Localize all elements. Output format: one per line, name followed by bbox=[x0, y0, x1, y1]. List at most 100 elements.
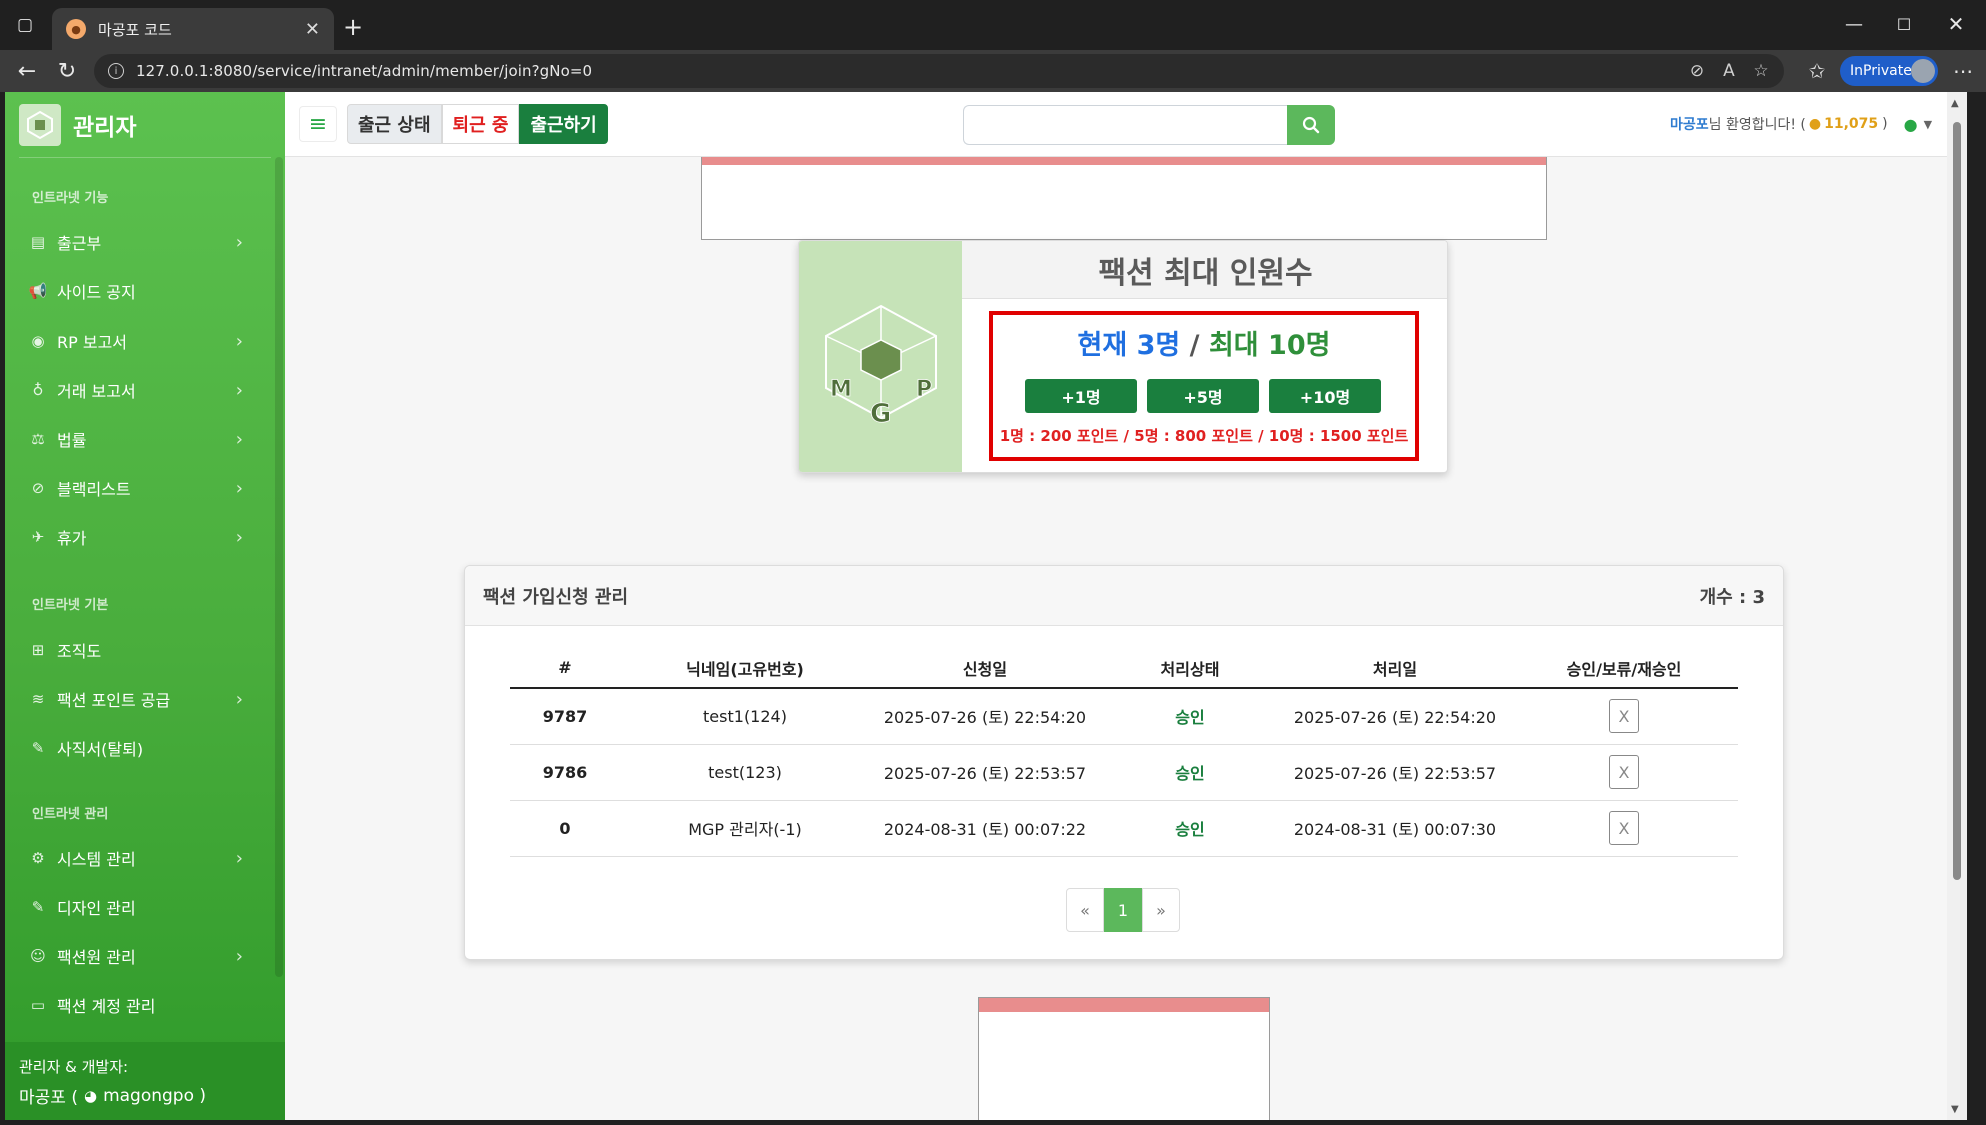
search-button[interactable] bbox=[1287, 105, 1335, 145]
top-navbar: ≡ 출근 상태 퇴근 중 출근하기 마공포 님 환영합니다! ( ● 11,07… bbox=[285, 92, 1967, 157]
pagination-page-1[interactable]: 1 bbox=[1104, 888, 1142, 932]
cancel-approval-button[interactable]: X bbox=[1609, 699, 1639, 734]
user-icon[interactable]: ● bbox=[1904, 115, 1918, 134]
sidebar-item-design-manage[interactable]: ✎ 디자인 관리 bbox=[25, 890, 255, 924]
chevron-right-icon: › bbox=[235, 330, 243, 352]
row-number: 9787 bbox=[510, 688, 620, 745]
sidebar-item-label: 블랙리스트 bbox=[57, 480, 131, 499]
reload-icon[interactable]: ↻ bbox=[50, 54, 84, 88]
sidebar-brand[interactable]: 관리자 bbox=[5, 92, 285, 157]
main-content: M G P 팩션 최대 인원수 현재 3명 / 최대 10명 +1명 +5명 +… bbox=[285, 157, 1947, 1120]
book-icon: ▤ bbox=[30, 233, 46, 251]
tracking-prevention-icon[interactable]: ⊘ bbox=[1684, 58, 1710, 84]
add-1-button[interactable]: +1명 bbox=[1025, 379, 1137, 413]
attendance-status-group: 출근 상태 퇴근 중 출근하기 bbox=[347, 104, 608, 144]
sidebar: 관리자 인트라넷 기능 ▤ 출근부 › 📢 사이드 공지 ◉ RP 보고서 › … bbox=[5, 92, 285, 1120]
sidebar-item-law[interactable]: ⚖ 법률 › bbox=[25, 422, 255, 456]
chevron-right-icon: › bbox=[235, 477, 243, 499]
url-text[interactable]: 127.0.0.1:8080/service/intranet/admin/me… bbox=[136, 62, 592, 80]
row-status: 승인 bbox=[1100, 800, 1280, 857]
sidebar-item-member-manage[interactable]: ☺ 팩션원 관리 › bbox=[25, 939, 255, 973]
row-status: 승인 bbox=[1100, 744, 1280, 801]
scroll-down-icon[interactable]: ▼ bbox=[1951, 1104, 1959, 1115]
sidebar-scrollbar[interactable] bbox=[275, 157, 283, 977]
table-row: 9787 test1(124) 2025-07-26 (토) 22:54:20 … bbox=[510, 688, 1738, 745]
address-bar[interactable]: i 127.0.0.1:8080/service/intranet/admin/… bbox=[94, 54, 1784, 88]
favicon-icon: ● bbox=[66, 19, 86, 39]
scale-icon: ⚖ bbox=[31, 430, 45, 448]
chevron-right-icon: › bbox=[235, 231, 243, 253]
row-applied-date: 2024-08-31 (토) 00:07:22 bbox=[870, 800, 1100, 857]
coin-icon: ● bbox=[1808, 116, 1822, 132]
cancel-approval-button[interactable]: X bbox=[1609, 811, 1639, 845]
col-number: # bbox=[510, 648, 620, 689]
sidebar-item-blacklist[interactable]: ⊘ 블랙리스트 › bbox=[25, 471, 255, 505]
col-applied-date: 신청일 bbox=[870, 648, 1100, 689]
favorite-star-icon[interactable]: ☆ bbox=[1748, 58, 1774, 84]
add-10-button[interactable]: +10명 bbox=[1269, 379, 1381, 413]
capacity-line: 현재 3명 / 최대 10명 bbox=[993, 323, 1415, 362]
window-close-icon[interactable]: ✕ bbox=[1938, 8, 1974, 40]
sidebar-item-trade-report[interactable]: ♁ 거래 보고서 › bbox=[25, 373, 255, 407]
chevron-right-icon: › bbox=[235, 428, 243, 450]
cancel-approval-button[interactable]: X bbox=[1609, 755, 1639, 789]
sidebar-heading-features: 인트라넷 기능 bbox=[32, 191, 109, 206]
window-minimize-icon[interactable]: — bbox=[1836, 8, 1872, 40]
sidebar-divider bbox=[19, 157, 271, 158]
caret-down-icon[interactable]: ▼ bbox=[1924, 118, 1932, 131]
tab-actions-icon[interactable]: ▢ bbox=[10, 10, 40, 40]
tab-title: 마공포 코드 bbox=[98, 20, 172, 39]
sidebar-heading-basic: 인트라넷 기본 bbox=[32, 598, 109, 613]
sidebar-item-account-manage[interactable]: ▭ 팩션 계정 관리 bbox=[25, 988, 255, 1022]
attendance-status-label: 출근 상태 bbox=[347, 104, 442, 144]
search-icon bbox=[1302, 116, 1320, 134]
scrollbar-thumb[interactable] bbox=[1953, 122, 1961, 880]
hamburger-menu-icon[interactable]: ≡ bbox=[299, 106, 337, 142]
add-capacity-buttons: +1명 +5명 +10명 bbox=[1025, 379, 1381, 413]
back-arrow-icon[interactable]: ← bbox=[10, 54, 44, 88]
read-aloud-icon[interactable]: A bbox=[1716, 58, 1742, 84]
row-applied-date: 2025-07-26 (토) 22:53:57 bbox=[870, 744, 1100, 801]
tab-close-icon[interactable]: ✕ bbox=[305, 19, 320, 40]
info-icon[interactable]: i bbox=[108, 63, 124, 79]
row-actions: X bbox=[1510, 688, 1738, 745]
row-number: 0 bbox=[510, 800, 620, 857]
sidebar-item-resignation[interactable]: ✎ 사직서(탈퇴) bbox=[25, 731, 255, 765]
row-actions: X bbox=[1510, 744, 1738, 801]
sidebar-item-org-chart[interactable]: ⊞ 조직도 bbox=[25, 633, 255, 667]
add-5-button[interactable]: +5명 bbox=[1147, 379, 1259, 413]
user-gear-icon: ☺ bbox=[30, 947, 46, 965]
row-nickname: MGP 관리자(-1) bbox=[620, 800, 870, 857]
search-input[interactable] bbox=[963, 105, 1287, 145]
favorites-icon[interactable]: ✩ bbox=[1800, 54, 1834, 88]
capacity-separator: / bbox=[1189, 330, 1200, 361]
chevron-right-icon: › bbox=[235, 526, 243, 548]
sidebar-item-faction-points[interactable]: ≋ 팩션 포인트 공급 › bbox=[25, 682, 255, 716]
col-status: 처리상태 bbox=[1100, 648, 1280, 689]
inprivate-badge[interactable]: InPrivate bbox=[1840, 56, 1938, 86]
pagination-prev[interactable]: « bbox=[1066, 888, 1104, 932]
row-applied-date: 2025-07-26 (토) 22:54:20 bbox=[870, 688, 1100, 745]
scroll-up-icon[interactable]: ▲ bbox=[1951, 98, 1959, 109]
sidebar-item-attendance[interactable]: ▤ 출근부 › bbox=[25, 225, 255, 259]
welcome-points: 11,075 bbox=[1824, 116, 1879, 132]
browser-tab[interactable]: ● 마공포 코드 ✕ bbox=[52, 8, 334, 50]
pagination-next[interactable]: » bbox=[1142, 888, 1180, 932]
developer-credit: 마공포 ( ◕ magongpo ) bbox=[19, 1083, 271, 1109]
feather-icon: ✎ bbox=[31, 739, 45, 757]
welcome-message[interactable]: 마공포 님 환영합니다! ( ● 11,075 ) ● ▼ bbox=[1670, 114, 1932, 134]
check-in-button[interactable]: 출근하기 bbox=[519, 104, 608, 144]
sidebar-item-rp-report[interactable]: ◉ RP 보고서 › bbox=[25, 324, 255, 358]
sidebar-item-vacation[interactable]: ✈ 휴가 › bbox=[25, 520, 255, 554]
page-scrollbar[interactable]: ▲ ▼ bbox=[1947, 92, 1967, 1120]
more-options-icon[interactable]: ⋯ bbox=[1946, 54, 1980, 88]
sidebar-item-system-manage[interactable]: ⚙ 시스템 관리 › bbox=[25, 841, 255, 875]
row-processed-date: 2024-08-31 (토) 00:07:30 bbox=[1280, 800, 1510, 857]
new-tab-icon[interactable]: + bbox=[338, 12, 368, 42]
sidebar-item-side-notice[interactable]: 📢 사이드 공지 bbox=[25, 274, 255, 308]
bottom-banner bbox=[978, 997, 1270, 1120]
window-maximize-icon[interactable]: ☐ bbox=[1886, 8, 1922, 40]
svg-text:P: P bbox=[916, 377, 932, 402]
sidebar-item-label: 팩션원 관리 bbox=[57, 948, 136, 967]
chevron-right-icon: › bbox=[235, 379, 243, 401]
